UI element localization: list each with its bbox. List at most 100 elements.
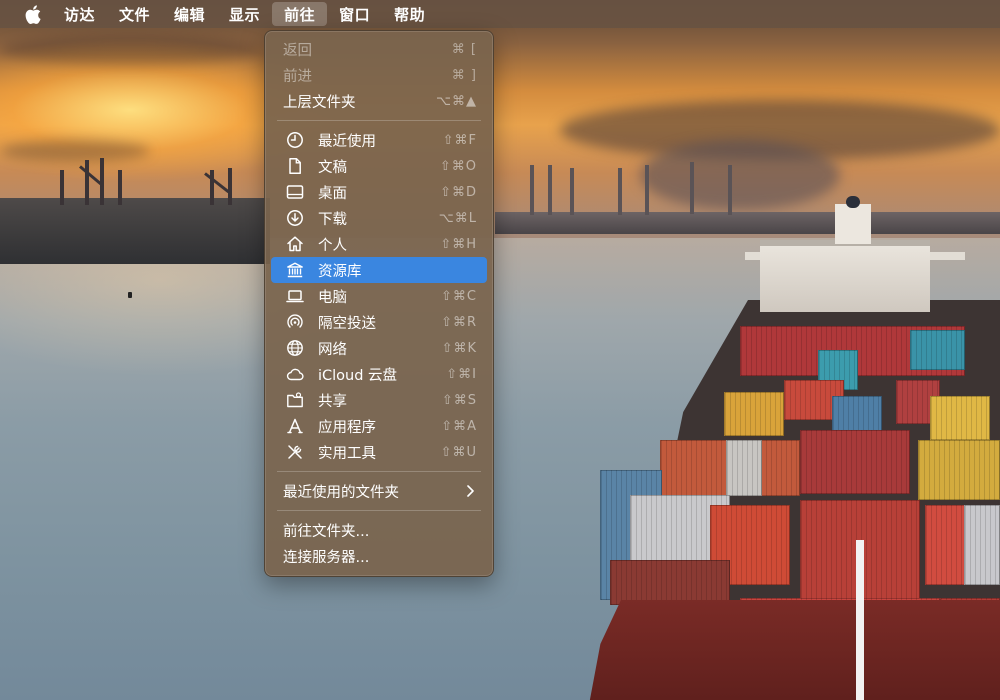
menu-item-recents[interactable]: 最近使用 ⇧⌘F [271, 127, 487, 153]
port-dock-left [0, 198, 270, 264]
port-crane [85, 160, 89, 205]
menu-separator [277, 471, 481, 472]
menu-help[interactable]: 帮助 [382, 2, 437, 26]
menu-item-label: 前进 [283, 68, 312, 85]
shipping-container [964, 505, 1000, 585]
menu-item-shortcut: ⇧⌘R [441, 314, 477, 330]
menu-finder[interactable]: 访达 [52, 2, 107, 26]
menu-item-network[interactable]: 网络 ⇧⌘K [271, 335, 487, 361]
menu-edit[interactable]: 编辑 [162, 2, 217, 26]
menu-item-go-to-folder[interactable]: 前往文件夹... [271, 517, 487, 543]
menu-item-label: iCloud 云盘 [318, 367, 398, 384]
cloud [0, 140, 150, 162]
menu-item-shortcut: ⌥⌘▲ [436, 93, 477, 109]
menu-view[interactable]: 显示 [217, 2, 272, 26]
shipping-container [918, 440, 1000, 500]
buoy [128, 292, 132, 298]
menu-item-label: 连接服务器... [283, 549, 370, 566]
menu-item-shortcut: ⇧⌘K [441, 340, 477, 356]
menu-item-desktop[interactable]: 桌面 ⇧⌘D [271, 179, 487, 205]
globe-icon [285, 338, 305, 358]
menu-item-forward[interactable]: 前进 ⌘ ] [271, 62, 487, 88]
menu-item-shortcut: ⇧⌘U [440, 444, 477, 460]
cloud [0, 35, 260, 65]
menu-item-icloud-drive[interactable]: iCloud 云盘 ⇧⌘I [271, 361, 487, 387]
shipping-container [610, 560, 730, 605]
menu-item-applications[interactable]: 应用程序 ⇧⌘A [271, 413, 487, 439]
menu-item-label: 应用程序 [318, 419, 376, 436]
port-dock-right [495, 212, 1000, 234]
menu-item-label: 最近使用 [318, 133, 376, 150]
apple-logo-icon[interactable] [14, 0, 52, 28]
shipping-container [930, 396, 990, 440]
port-crane [530, 165, 534, 215]
menu-item-shortcut: ⇧⌘H [440, 236, 477, 252]
shipping-container [910, 330, 965, 370]
ship-radar [846, 196, 860, 208]
ship-hull [588, 600, 1000, 700]
laptop-icon [285, 286, 305, 306]
desktop-icon [285, 182, 305, 202]
menu-separator [277, 120, 481, 121]
menu-item-airdrop[interactable]: 隔空投送 ⇧⌘R [271, 309, 487, 335]
cloud-icon [285, 364, 305, 384]
port-crane [618, 168, 622, 215]
shipping-container [726, 440, 762, 496]
menu-item-library[interactable]: 资源库 [271, 257, 487, 283]
menu-item-downloads[interactable]: 下载 ⌥⌘L [271, 205, 487, 231]
applications-icon [285, 416, 305, 436]
menu-item-shortcut: ⇧⌘I [446, 366, 477, 382]
menu-item-shortcut: ⇧⌘D [440, 184, 477, 200]
port-crane [728, 165, 732, 215]
menu-go[interactable]: 前往 [272, 2, 328, 26]
desktop-wallpaper [0, 0, 1000, 700]
menu-item-label: 共享 [318, 393, 347, 410]
menu-item-shortcut: ⇧⌘A [441, 418, 477, 434]
menu-separator [277, 510, 481, 511]
go-menu-dropdown: 返回 ⌘ [ 前进 ⌘ ] 上层文件夹 ⌥⌘▲ 最近使用 ⇧⌘F 文稿 ⇧⌘O … [264, 30, 494, 577]
menu-item-label: 前往文件夹... [283, 523, 370, 540]
port-crane [645, 165, 649, 215]
port-crane [60, 170, 64, 205]
menu-item-shortcut: ⇧⌘F [442, 132, 477, 148]
menu-item-label: 上层文件夹 [283, 94, 356, 111]
menu-bar: 访达 文件 编辑 显示 前往 窗口 帮助 [0, 0, 1000, 28]
menu-item-label: 隔空投送 [318, 315, 376, 332]
library-icon [285, 260, 305, 280]
menu-item-utilities[interactable]: 实用工具 ⇧⌘U [271, 439, 487, 465]
menu-item-documents[interactable]: 文稿 ⇧⌘O [271, 153, 487, 179]
menu-item-back[interactable]: 返回 ⌘ [ [271, 36, 487, 62]
menu-item-label: 个人 [318, 237, 347, 254]
ship-bridge [760, 240, 930, 312]
menu-item-label: 最近使用的文件夹 [283, 484, 399, 501]
airdrop-icon [285, 312, 305, 332]
menu-item-enclosing-folder[interactable]: 上层文件夹 ⌥⌘▲ [271, 88, 487, 114]
menu-window[interactable]: 窗口 [327, 2, 382, 26]
menu-item-label: 电脑 [318, 289, 347, 306]
menu-item-label: 文稿 [318, 159, 347, 176]
menu-item-label: 下载 [318, 211, 347, 228]
menu-item-recent-folders[interactable]: 最近使用的文件夹 [271, 478, 487, 504]
shipping-container [800, 430, 910, 494]
clock-icon [285, 130, 305, 150]
port-crane [690, 162, 694, 214]
menu-item-label: 资源库 [318, 263, 362, 280]
ship-tower [835, 204, 871, 244]
menu-item-shared[interactable]: 共享 ⇧⌘S [271, 387, 487, 413]
menu-file[interactable]: 文件 [107, 2, 162, 26]
menu-item-shortcut: ⌘ ] [451, 67, 477, 83]
menu-item-label: 桌面 [318, 185, 347, 202]
shared-folder-icon [285, 390, 305, 410]
home-icon [285, 234, 305, 254]
menu-item-home[interactable]: 个人 ⇧⌘H [271, 231, 487, 257]
document-icon [285, 156, 305, 176]
menu-item-shortcut: ⌥⌘L [438, 210, 477, 226]
download-icon [285, 208, 305, 228]
menu-item-connect-to-server[interactable]: 连接服务器... [271, 543, 487, 569]
port-crane [570, 168, 574, 215]
menu-item-computer[interactable]: 电脑 ⇧⌘C [271, 283, 487, 309]
chevron-right-icon [466, 478, 475, 504]
menu-item-shortcut: ⇧⌘C [441, 288, 477, 304]
port-crane [118, 170, 122, 205]
menu-item-shortcut: ⇧⌘S [441, 392, 477, 408]
